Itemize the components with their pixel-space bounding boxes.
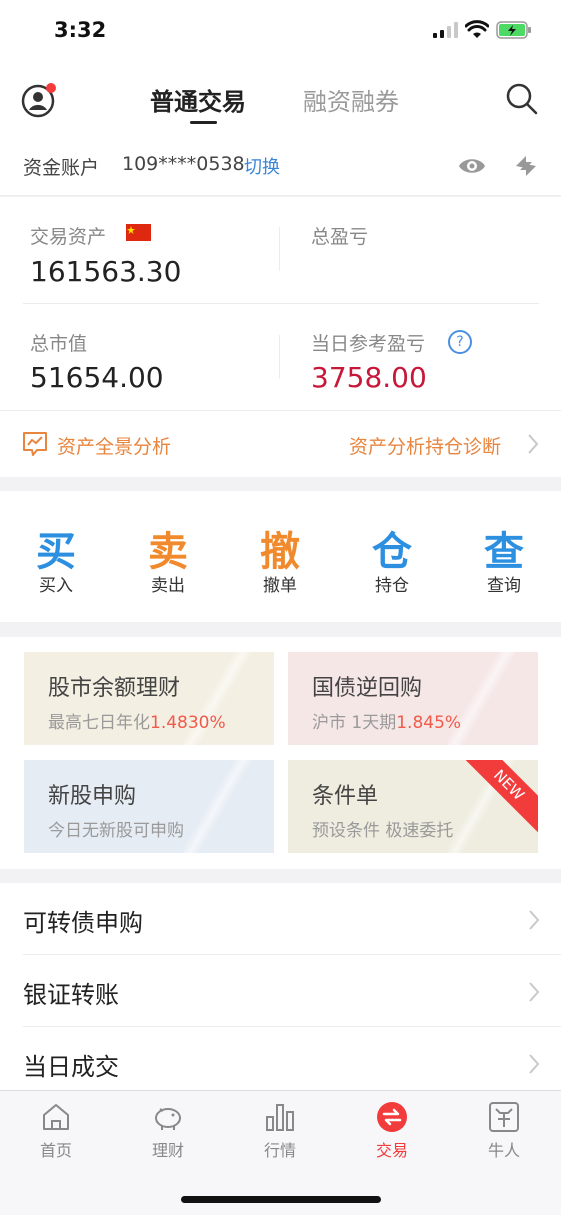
- tab-trade[interactable]: 交易: [336, 1101, 448, 1161]
- chevron-right-icon: [529, 910, 540, 930]
- user-avatar-icon[interactable]: [21, 82, 57, 118]
- position-diagnosis-link[interactable]: 资产分析持仓诊断: [349, 432, 501, 459]
- account-number: 109****0538: [122, 153, 245, 175]
- account-label: 资金账户: [23, 157, 100, 179]
- exchange-icon: [377, 1102, 407, 1132]
- eye-icon[interactable]: [458, 155, 486, 177]
- sell-label: 卖出: [151, 576, 185, 596]
- ipo-subscription-card[interactable]: 新股申购 今日无新股可申购: [24, 760, 274, 853]
- home-indicator: [181, 1196, 381, 1203]
- tab-margin-trading[interactable]: 融资融券: [303, 82, 399, 117]
- card-title: 新股申购: [48, 784, 137, 809]
- bull-icon: [489, 1102, 519, 1132]
- cancel-order-label: 撤单: [263, 576, 297, 596]
- buy-button[interactable]: 买 买入: [0, 491, 112, 622]
- query-button[interactable]: 查 查询: [448, 491, 560, 622]
- wifi-icon: [465, 20, 489, 38]
- chevron-right-icon: [529, 982, 540, 1002]
- list-item-label: 可转债申购: [23, 909, 143, 937]
- tab-label: 理财: [151, 1141, 184, 1160]
- divider: [279, 335, 280, 379]
- bar-chart-icon: [266, 1104, 294, 1131]
- refresh-icon[interactable]: [512, 154, 540, 178]
- tab-wealth[interactable]: 理财: [112, 1101, 224, 1161]
- chevron-right-icon: [529, 1054, 540, 1074]
- market-value-label: 总市值: [30, 333, 88, 355]
- sell-button[interactable]: 卖 卖出: [112, 491, 224, 622]
- query-glyph: 查: [484, 529, 524, 575]
- positions-button[interactable]: 仓 持仓: [336, 491, 448, 622]
- divider: [23, 303, 539, 304]
- card-title: 股市余额理财: [48, 676, 181, 701]
- balance-wealth-card[interactable]: 股市余额理财 最高七日年化1.4830%: [24, 652, 274, 745]
- asset-overview-link[interactable]: 资产全景分析: [57, 432, 171, 459]
- trading-assets-label: 交易资产: [30, 226, 107, 248]
- status-bar: 3:32: [0, 0, 561, 62]
- card-rate: 1.845%: [396, 713, 462, 733]
- cancel-order-glyph: 撤: [260, 529, 300, 575]
- total-pnl-label: 总盈亏: [311, 226, 369, 248]
- card-subtitle: 沪市 1天期1.845%: [312, 708, 461, 733]
- list-item[interactable]: 银证转账: [0, 955, 561, 1027]
- daily-pnl-label: 当日参考盈亏: [311, 333, 426, 355]
- card-title: 国债逆回购: [312, 676, 423, 701]
- assets-panel: 交易资产 161563.30 总盈亏 总市值 51654.00 当日参考盈亏 ?…: [0, 197, 561, 477]
- tab-normal-trading[interactable]: 普通交易: [150, 82, 246, 117]
- conditional-order-card[interactable]: 条件单 预设条件 极速委托 NEW: [288, 760, 538, 853]
- card-subtitle: 最高七日年化1.4830%: [48, 708, 226, 733]
- menu-list: 可转债申购 银证转账 当日成交: [0, 883, 561, 1090]
- tab-experts[interactable]: 牛人: [448, 1101, 560, 1161]
- card-subtitle-prefix: 沪市 1天期: [312, 713, 397, 733]
- china-flag-icon: [126, 224, 151, 241]
- card-subtitle: 预设条件 极速委托: [312, 821, 454, 841]
- card-title: 条件单: [312, 784, 379, 809]
- switch-account-link[interactable]: 切换: [244, 153, 280, 179]
- list-item-label: 当日成交: [23, 1053, 119, 1081]
- list-item[interactable]: 可转债申购: [0, 883, 561, 955]
- positions-glyph: 仓: [372, 529, 412, 575]
- home-icon: [43, 1104, 69, 1130]
- cellular-signal-icon: [433, 22, 458, 38]
- quick-actions: 买 买入 卖 卖出 撤 撤单 仓 持仓 查 查询: [0, 491, 561, 622]
- buy-label: 买入: [39, 576, 73, 596]
- tab-label: 牛人: [487, 1141, 520, 1160]
- card-subtitle: 今日无新股可申购: [48, 821, 184, 841]
- trend-chart-icon: [23, 432, 47, 456]
- asset-analysis-row[interactable]: 资产全景分析 资产分析持仓诊断: [0, 410, 561, 477]
- tab-label: 交易: [375, 1141, 408, 1160]
- tab-label: 首页: [39, 1141, 72, 1160]
- card-subtitle-prefix: 最高七日年化: [48, 713, 150, 733]
- search-icon[interactable]: [505, 82, 539, 116]
- reverse-repo-card[interactable]: 国债逆回购 沪市 1天期1.845%: [288, 652, 538, 745]
- piggy-bank-icon: [155, 1108, 181, 1130]
- positions-label: 持仓: [375, 576, 409, 596]
- tab-label: 行情: [263, 1141, 296, 1160]
- feature-cards: 股市余额理财 最高七日年化1.4830% 国债逆回购 沪市 1天期1.845% …: [0, 637, 561, 869]
- battery-charging-icon: [496, 21, 531, 39]
- tab-home[interactable]: 首页: [0, 1101, 112, 1161]
- sell-glyph: 卖: [148, 529, 188, 575]
- market-value-value: 51654.00: [30, 361, 164, 394]
- cancel-order-button[interactable]: 撤 撤单: [224, 491, 336, 622]
- help-icon[interactable]: ?: [448, 330, 472, 354]
- top-header: 普通交易 融资融券: [0, 62, 561, 136]
- active-tab-indicator: [190, 121, 217, 124]
- status-time: 3:32: [54, 18, 107, 42]
- list-item-label: 银证转账: [23, 981, 119, 1009]
- fund-account-row: 资金账户 109****0538 切换: [0, 136, 561, 196]
- daily-pnl-value: 3758.00: [311, 361, 427, 394]
- buy-glyph: 买: [36, 529, 76, 575]
- card-gloss: [184, 760, 254, 853]
- tab-market[interactable]: 行情: [224, 1101, 336, 1161]
- card-rate: 1.4830%: [150, 713, 226, 733]
- divider: [279, 227, 280, 271]
- chevron-right-icon: [528, 434, 539, 454]
- query-label: 查询: [487, 576, 521, 596]
- list-item[interactable]: 当日成交: [0, 1027, 561, 1099]
- trading-assets-value: 161563.30: [30, 255, 182, 288]
